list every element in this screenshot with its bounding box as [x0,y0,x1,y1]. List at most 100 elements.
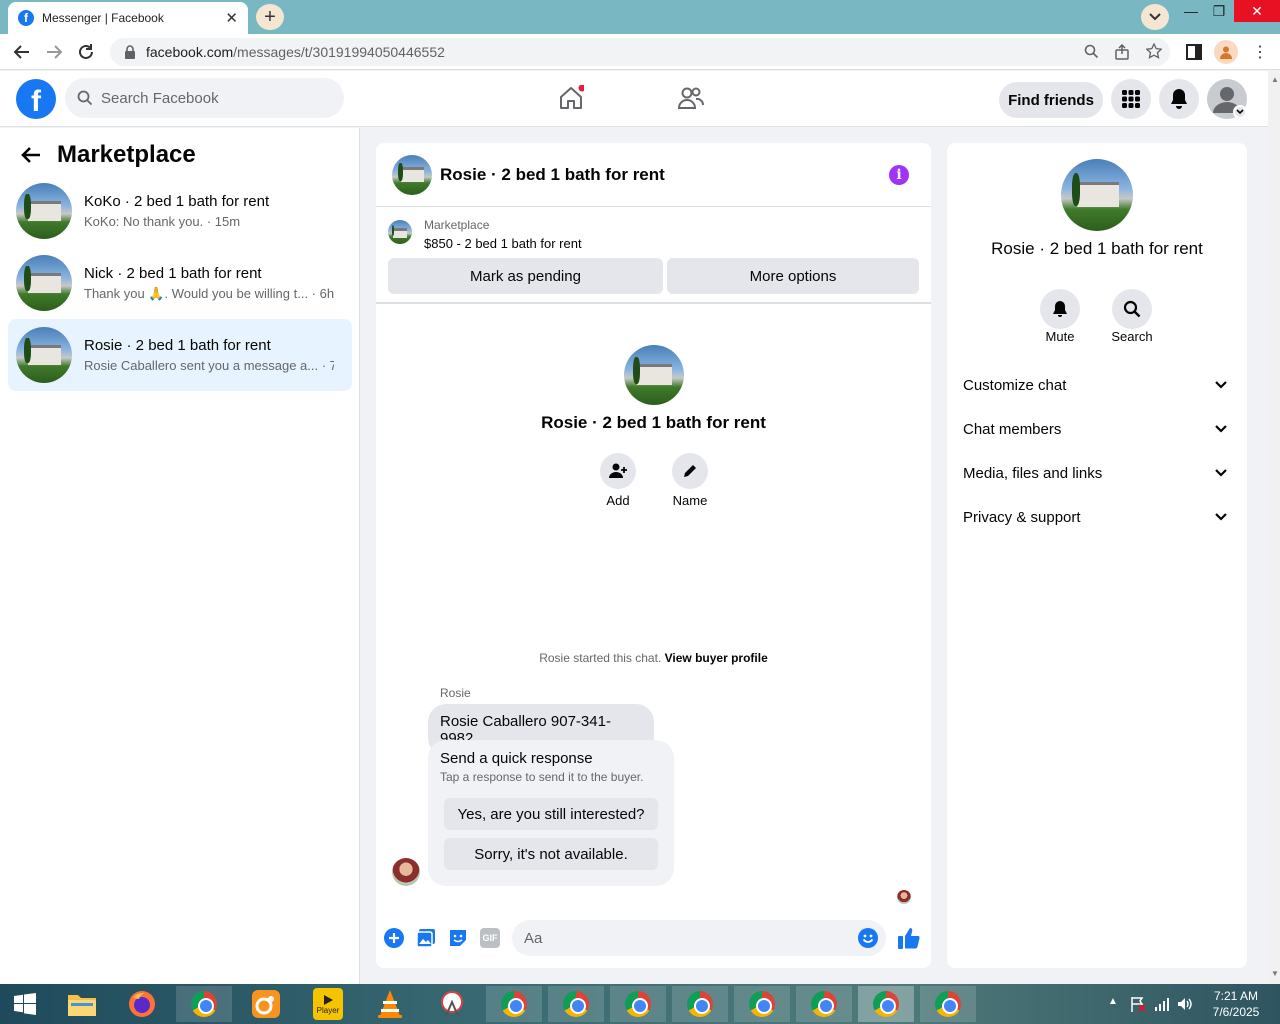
chrome-active-taskbar-button[interactable] [858,986,914,1022]
media-files-links-section[interactable]: Media, files and links [963,451,1231,495]
mute-button[interactable] [1040,289,1080,329]
menu-button[interactable] [1111,79,1151,119]
find-friends-button[interactable]: Find friends [999,82,1103,118]
chrome-icon [563,991,589,1017]
sticker-button[interactable] [448,928,468,948]
system-clock[interactable]: 7:21 AM 7/6/2025 [1196,988,1276,1020]
new-tab-button[interactable]: + [256,4,284,30]
scroll-down-arrow-icon[interactable]: ▼ [1271,969,1279,978]
chevron-down-icon [1215,381,1227,389]
snipping-tool-taskbar-button[interactable] [424,986,480,1022]
plus-circle-icon [384,928,404,948]
chat-panel: Rosie · 2 bed 1 bath for rent i Marketpl… [376,143,931,968]
conversation-title: Nick · 2 bed 1 bath for rent [84,264,262,282]
conversation-list-panel: Marketplace KoKo · 2 bed 1 bath for rent… [0,128,360,984]
chat-members-section[interactable]: Chat members [963,407,1231,451]
windows-logo-icon [14,993,36,1015]
name-chat-button[interactable] [672,453,708,489]
friends-nav-button[interactable] [677,86,705,112]
browser-tab[interactable]: f Messenger | Facebook ✕ [8,2,248,34]
more-options-button[interactable]: More options [667,258,919,294]
chrome-profile-3-taskbar-button[interactable] [610,986,666,1022]
conversation-item-nick[interactable]: Nick · 2 bed 1 bath for rent Thank you 🙏… [8,247,352,319]
quick-response-title: Send a quick response [440,750,593,767]
conversation-item-koko[interactable]: KoKo · 2 bed 1 bath for rent KoKo: No th… [8,175,352,247]
quick-response-option-not-available[interactable]: Sorry, it's not available. [444,838,658,870]
chat-avatar[interactable] [392,154,432,195]
view-buyer-profile-link[interactable]: View buyer profile [665,651,768,665]
vlc-taskbar-button[interactable] [362,986,418,1022]
like-button[interactable] [897,926,921,950]
tab-search-dropdown-button[interactable] [1141,4,1169,30]
restore-window-button[interactable]: ❐ [1200,0,1238,22]
action-center-flag-icon[interactable] [1130,996,1146,1012]
sticker-icon [450,930,466,946]
back-arrow-button[interactable] [20,144,42,166]
page-scrollbar[interactable]: ▲ ▼ [1268,71,1280,984]
tab-close-icon[interactable]: ✕ [225,9,238,27]
chevron-down-icon [1149,13,1161,21]
conversation-title: Rosie · 2 bed 1 bath for rent [84,337,271,354]
listing-price-title[interactable]: $850 - 2 bed 1 bath for rent [424,236,582,251]
attach-photo-button[interactable] [416,928,436,948]
chrome-taskbar-button[interactable] [176,986,232,1022]
chrome-profile-4-taskbar-button[interactable] [672,986,728,1022]
chrome-profile-5-taskbar-button[interactable] [734,986,790,1022]
lock-icon [125,45,135,59]
side-panel-icon[interactable] [1186,44,1202,60]
media-player-taskbar-button[interactable]: Player [300,986,356,1022]
gif-button[interactable]: GIF [480,928,500,948]
notifications-button[interactable] [1159,79,1199,119]
forward-button[interactable] [44,42,64,62]
chrome-icon [811,991,837,1017]
uc-browser-taskbar-button[interactable] [238,986,294,1022]
mark-as-pending-button[interactable]: Mark as pending [388,258,663,294]
search-placeholder: Search Facebook [101,89,219,107]
chrome-profile-1-taskbar-button[interactable] [486,986,542,1022]
add-people-button[interactable] [600,453,636,489]
search-in-chat-button[interactable] [1112,289,1152,329]
show-hidden-icons-button[interactable]: ▲ [1108,996,1118,1007]
firefox-taskbar-button[interactable] [114,986,170,1022]
message-input[interactable]: Aa [512,920,886,956]
scroll-up-arrow-icon[interactable]: ▲ [1271,75,1279,84]
firefox-icon [129,991,155,1017]
listing-thumbnail[interactable] [388,220,412,244]
quick-response-option-interested[interactable]: Yes, are you still interested? [444,798,658,830]
file-explorer-taskbar-button[interactable] [54,986,110,1022]
conversation-item-rosie[interactable]: Rosie · 2 bed 1 bath for rent Rosie Caba… [8,319,352,391]
zoom-search-icon[interactable] [1084,44,1099,59]
chrome-profile-6-taskbar-button[interactable] [796,986,852,1022]
volume-icon[interactable] [1177,996,1193,1012]
chrome-profile-2-taskbar-button[interactable] [548,986,604,1022]
chrome-icon [687,991,713,1017]
details-title: Rosie · 2 bed 1 bath for rent [991,239,1203,258]
share-icon[interactable] [1114,44,1130,60]
address-bar[interactable]: facebook.com /messages/t/301919940504465… [110,38,1170,66]
facebook-search-box[interactable]: Search Facebook [65,78,344,118]
privacy-support-section[interactable]: Privacy & support [963,495,1231,539]
browser-tab-strip: f Messenger | Facebook ✕ + — ❐ ✕ [0,0,1280,34]
back-button[interactable] [12,42,32,62]
home-nav-button[interactable] [558,85,584,111]
customize-chat-section[interactable]: Customize chat [963,363,1231,407]
emoji-button[interactable] [858,928,878,948]
more-actions-button[interactable] [384,928,404,948]
chrome-profile-7-taskbar-button[interactable] [920,986,976,1022]
details-avatar [1061,159,1133,231]
info-icon[interactable]: i [889,165,909,185]
bookmark-star-icon[interactable] [1146,43,1162,59]
chat-started-notice: Rosie started this chat. View buyer prof… [376,651,931,665]
mute-label: Mute [1045,329,1075,344]
close-window-button[interactable]: ✕ [1234,0,1280,22]
network-signal-icon[interactable] [1154,996,1170,1012]
facebook-logo[interactable]: f [16,79,56,119]
reload-button[interactable] [76,42,96,62]
start-button[interactable] [0,986,50,1022]
chrome-profile-avatar[interactable] [1214,40,1238,64]
chrome-menu-icon[interactable]: ⋮ [1252,42,1268,62]
chrome-icon [873,991,899,1017]
account-button[interactable] [1207,79,1247,119]
chat-title[interactable]: Rosie · 2 bed 1 bath for rent [440,165,665,185]
sender-avatar[interactable] [392,858,420,886]
